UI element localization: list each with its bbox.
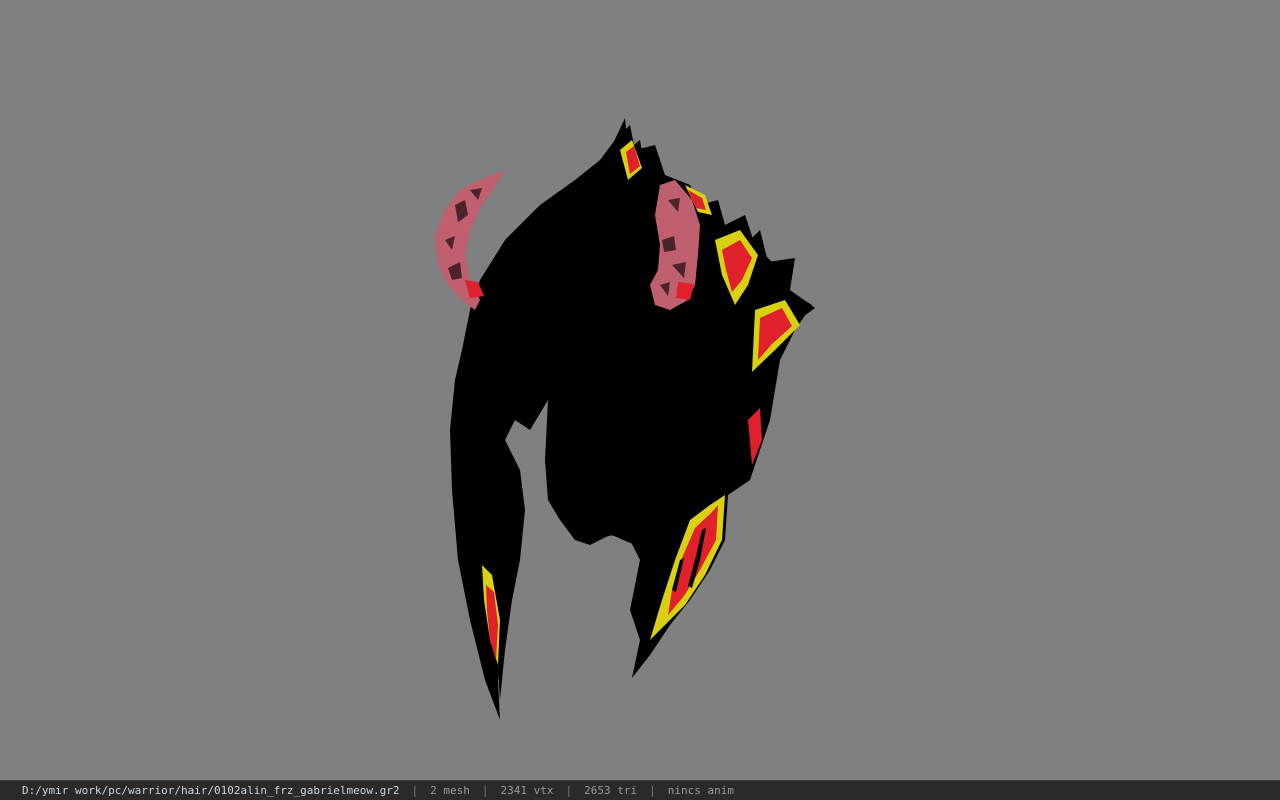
animation-status: nincs anim [667, 784, 734, 797]
separator: | [481, 784, 489, 797]
3d-viewport[interactable] [0, 0, 1280, 780]
model-render [435, 118, 815, 720]
triangle-count: 2653 tri [584, 784, 638, 797]
separator: | [565, 784, 573, 797]
mesh-count: 2 mesh [430, 784, 470, 797]
status-bar: D:/ymir work/pc/warrior/hair/0102alin_fr… [0, 780, 1280, 800]
file-path: D:/ymir work/pc/warrior/hair/0102alin_fr… [22, 784, 400, 797]
separator: | [411, 784, 419, 797]
vertex-count: 2341 vtx [500, 784, 554, 797]
separator: | [649, 784, 656, 797]
